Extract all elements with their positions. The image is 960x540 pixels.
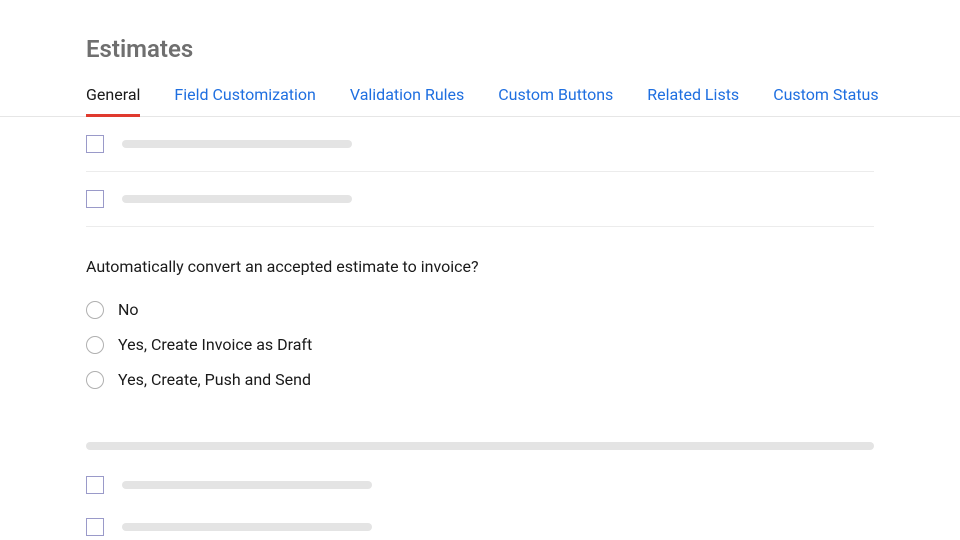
placeholder-text xyxy=(122,481,372,489)
checkbox[interactable] xyxy=(86,135,104,153)
tab-related-lists[interactable]: Related Lists xyxy=(647,85,739,117)
radio-option-draft[interactable]: Yes, Create Invoice as Draft xyxy=(86,327,874,362)
tab-custom-status[interactable]: Custom Status xyxy=(773,85,878,117)
radio[interactable] xyxy=(86,371,104,389)
radio-option-push-send[interactable]: Yes, Create, Push and Send xyxy=(86,362,874,397)
radio-option-no[interactable]: No xyxy=(86,292,874,327)
page-title: Estimates xyxy=(86,35,960,63)
setting-row xyxy=(86,117,874,172)
tab-validation-rules[interactable]: Validation Rules xyxy=(350,85,464,117)
tab-field-customization[interactable]: Field Customization xyxy=(174,85,315,117)
radio[interactable] xyxy=(86,301,104,319)
tab-custom-buttons[interactable]: Custom Buttons xyxy=(498,85,613,117)
setting-row xyxy=(86,506,874,540)
placeholder-text xyxy=(122,523,372,531)
placeholder-text xyxy=(122,140,352,148)
setting-row xyxy=(86,464,874,506)
setting-row xyxy=(86,172,874,227)
auto-convert-question: Automatically convert an accepted estima… xyxy=(86,227,874,407)
radio-label: Yes, Create Invoice as Draft xyxy=(118,335,312,354)
checkbox[interactable] xyxy=(86,476,104,494)
question-prompt: Automatically convert an accepted estima… xyxy=(86,257,874,276)
tab-general[interactable]: General xyxy=(86,85,140,117)
checkbox[interactable] xyxy=(86,518,104,536)
placeholder-text xyxy=(122,195,352,203)
tab-bar: General Field Customization Validation R… xyxy=(0,85,960,117)
radio-label: Yes, Create, Push and Send xyxy=(118,370,311,389)
checkbox[interactable] xyxy=(86,190,104,208)
section-heading-placeholder xyxy=(86,442,874,450)
section xyxy=(86,442,874,540)
radio-label: No xyxy=(118,300,139,319)
radio[interactable] xyxy=(86,336,104,354)
